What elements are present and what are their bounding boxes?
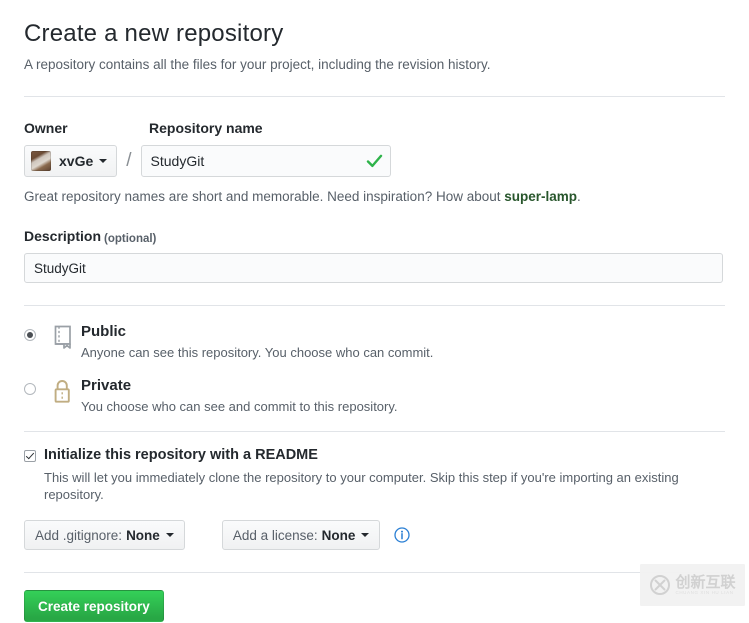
readme-checkbox[interactable] bbox=[24, 450, 36, 462]
owner-label: Owner bbox=[24, 120, 68, 136]
watermark-pinyin-text: CHUANG XIN HU LIAN bbox=[675, 589, 734, 595]
visibility-option-public[interactable]: Public Anyone can see this repository. Y… bbox=[24, 323, 725, 361]
visibility-public-text: Public Anyone can see this repository. Y… bbox=[81, 323, 433, 361]
repository-name-input[interactable] bbox=[140, 145, 391, 177]
radio-public[interactable] bbox=[24, 329, 36, 341]
create-repository-form: Create a new repository A repository con… bbox=[24, 0, 725, 622]
path-separator: / bbox=[126, 149, 132, 171]
repo-book-icon bbox=[50, 324, 76, 350]
visibility-private-text: Private You choose who can see and commi… bbox=[81, 377, 398, 415]
repository-name-hint: Great repository names are short and mem… bbox=[24, 188, 725, 206]
visibility-public-description: Anyone can see this repository. You choo… bbox=[81, 345, 434, 360]
hint-text-after: . bbox=[577, 189, 581, 204]
watermark: 创新互联 CHUANG XIN HU LIAN bbox=[640, 564, 745, 606]
chevron-down-icon bbox=[165, 533, 174, 537]
submit-row: Create repository bbox=[24, 590, 725, 622]
chevron-down-icon bbox=[361, 533, 370, 537]
divider-visibility bbox=[24, 431, 725, 432]
templates-row: Add .gitignore: None Add a license: None bbox=[24, 520, 725, 550]
repository-name-label: Repository name bbox=[149, 120, 263, 136]
visibility-private-description: You choose who can see and commit to thi… bbox=[81, 399, 398, 414]
divider-description bbox=[24, 305, 725, 306]
description-optional-label: (optional) bbox=[104, 233, 157, 245]
visibility-public-title: Public bbox=[81, 323, 127, 340]
visibility-options: Public Anyone can see this repository. Y… bbox=[24, 323, 725, 415]
check-icon bbox=[366, 153, 383, 170]
owner-dropdown[interactable]: xvGe bbox=[24, 145, 118, 177]
gitignore-label: Add .gitignore: bbox=[35, 527, 123, 543]
divider-templates bbox=[24, 572, 725, 573]
user-avatar bbox=[31, 151, 51, 171]
radio-private[interactable] bbox=[24, 383, 36, 395]
hint-text-before: Great repository names are short and mem… bbox=[24, 189, 505, 204]
license-value: None bbox=[321, 527, 356, 543]
lock-icon bbox=[50, 378, 76, 404]
page-subtitle: A repository contains all the files for … bbox=[24, 57, 491, 72]
owner-name: xvGe bbox=[59, 153, 94, 169]
owner-name-row: xvGe / bbox=[24, 145, 725, 177]
visibility-option-private[interactable]: Private You choose who can see and commi… bbox=[24, 377, 725, 415]
readme-description: This will let you immediately clone the … bbox=[44, 470, 679, 502]
repository-name-field bbox=[140, 145, 391, 177]
description-label: Description bbox=[24, 228, 102, 244]
watermark-chinese-text: 创新互联 bbox=[675, 572, 736, 591]
visibility-private-title: Private bbox=[81, 377, 132, 394]
license-dropdown[interactable]: Add a license: None bbox=[221, 520, 381, 550]
page-title: Create a new repository bbox=[24, 20, 284, 47]
create-repository-button[interactable]: Create repository bbox=[24, 590, 164, 622]
chevron-down-icon bbox=[99, 159, 108, 163]
info-circle-icon[interactable] bbox=[394, 527, 411, 543]
divider-header bbox=[24, 96, 725, 97]
owner-name-labels: Owner Repository name bbox=[24, 120, 725, 137]
gitignore-value: None bbox=[126, 527, 160, 543]
license-label: Add a license: bbox=[232, 527, 318, 543]
readme-title: Initialize this repository with a README bbox=[44, 447, 318, 463]
gitignore-dropdown[interactable]: Add .gitignore: None bbox=[24, 520, 185, 550]
description-input[interactable] bbox=[24, 253, 723, 283]
readme-checkbox-row[interactable]: Initialize this repository with a README bbox=[24, 447, 725, 464]
readme-option: Initialize this repository with a README… bbox=[24, 447, 725, 503]
description-label-row: Description (optional) bbox=[24, 228, 725, 245]
suggested-name-link[interactable]: super-lamp bbox=[504, 189, 577, 204]
circle-x-logo bbox=[649, 574, 671, 596]
